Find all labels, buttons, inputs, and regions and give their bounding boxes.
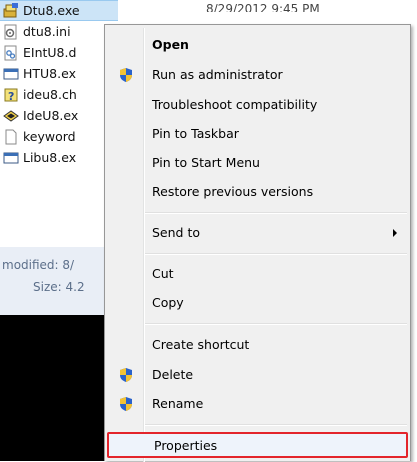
menu-item-label: Copy: [152, 295, 184, 310]
app-setup-icon: [3, 2, 19, 19]
file-item-htu8[interactable]: HTU8.ex: [0, 63, 118, 84]
menu-item-delete[interactable]: Delete: [108, 364, 407, 386]
menu-item-label: Cut: [152, 266, 174, 281]
menu-item-open[interactable]: Open: [108, 34, 407, 56]
menu-item-pin-to-taskbar[interactable]: Pin to Taskbar: [108, 123, 407, 145]
menu-item-run-as-administrator[interactable]: Run as administrator: [108, 64, 407, 86]
menu-item-label: Rename: [152, 396, 204, 411]
menu-item-restore-previous-versions[interactable]: Restore previous versions: [108, 181, 407, 203]
file-item-ideu8-exe[interactable]: IdeU8.ex: [0, 105, 118, 126]
detail-size: Size: 4.2: [33, 280, 85, 294]
menu-item-rename[interactable]: Rename: [108, 393, 407, 415]
menu-item-send-to[interactable]: Send to: [108, 222, 407, 244]
file-name: EIntU8.d: [23, 45, 77, 60]
file-item-eintu8[interactable]: EIntU8.d: [0, 42, 118, 63]
menu-item-pin-to-start-menu[interactable]: Pin to Start Menu: [108, 152, 407, 174]
menu-item-label: Pin to Start Menu: [152, 155, 260, 170]
uac-shield-icon: [118, 396, 134, 412]
uac-shield-icon: [118, 67, 134, 83]
file-item-keyword[interactable]: keyword: [0, 126, 118, 147]
details-pane: modified: 8/ Size: 4.2: [0, 247, 118, 315]
window-app-icon: [3, 150, 19, 166]
file-name: Dtu8.exe: [23, 3, 80, 18]
help-file-icon: ?: [3, 87, 19, 103]
submenu-arrow-icon: [393, 229, 397, 237]
menu-separator: [145, 253, 407, 255]
menu-item-label: Create shortcut: [152, 337, 250, 352]
uac-shield-icon: [118, 367, 134, 383]
file-item-libu8[interactable]: Libu8.ex: [0, 147, 118, 168]
file-item-ideu8-ch[interactable]: ? ideu8.ch: [0, 84, 118, 105]
menu-separator: [145, 323, 407, 325]
file-name: dtu8.ini: [23, 24, 71, 39]
file-name: Libu8.ex: [23, 150, 77, 165]
menu-item-troubleshoot-compatibility[interactable]: Troubleshoot compatibility: [108, 94, 407, 116]
menu-item-cut[interactable]: Cut: [108, 263, 407, 285]
file-item-dtu8-ini[interactable]: dtu8.ini: [0, 21, 118, 42]
menu-item-label: Delete: [152, 367, 194, 382]
menu-item-properties[interactable]: Properties: [107, 432, 408, 458]
svg-text:?: ?: [8, 90, 14, 103]
blank-file-icon: [3, 129, 19, 145]
menu-item-label: Pin to Taskbar: [152, 126, 239, 141]
context-menu: Open Run as administrator Troubleshoot c…: [104, 24, 411, 462]
file-item-dtu8-exe[interactable]: Dtu8.exe: [0, 0, 118, 21]
menu-item-label: Properties: [154, 438, 218, 453]
file-name: keyword: [23, 129, 76, 144]
selected-file-date: 8/29/2012 9:45 PM: [206, 2, 320, 12]
ide-app-icon: [3, 108, 19, 124]
menu-item-create-shortcut[interactable]: Create shortcut: [108, 334, 407, 356]
menu-separator: [145, 424, 407, 426]
detail-modified: modified: 8/: [2, 258, 75, 272]
file-name: ideu8.ch: [23, 87, 77, 102]
file-name: IdeU8.ex: [23, 108, 79, 123]
settings-file-icon: [3, 24, 19, 40]
menu-item-copy[interactable]: Copy: [108, 292, 407, 314]
dll-file-icon: [3, 45, 19, 61]
window-app-icon: [3, 66, 19, 82]
menu-item-label: Run as administrator: [152, 67, 283, 82]
menu-item-label: Troubleshoot compatibility: [152, 97, 318, 112]
file-name: HTU8.ex: [23, 66, 76, 81]
menu-item-label: Open: [152, 37, 189, 52]
menu-separator: [145, 212, 407, 214]
file-list: Dtu8.exe dtu8.ini EIntU8.d HTU8.ex ? ide…: [0, 0, 118, 461]
preview-area: [0, 315, 118, 461]
menu-item-label: Send to: [152, 225, 201, 240]
menu-item-label: Restore previous versions: [152, 184, 314, 199]
